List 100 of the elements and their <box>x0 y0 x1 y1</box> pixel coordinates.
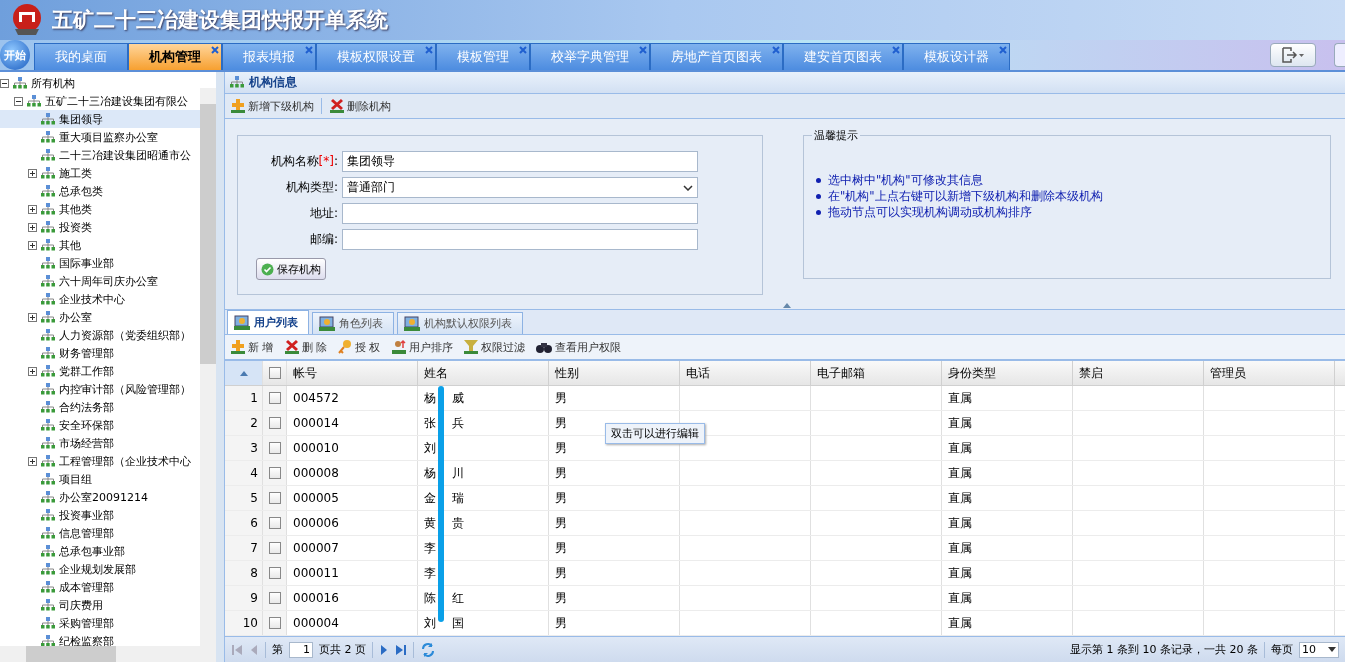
tree-item[interactable]: 项目组 <box>58 470 93 488</box>
row-checkbox[interactable] <box>268 392 281 405</box>
next-page-icon[interactable] <box>379 643 389 656</box>
text-field[interactable] <box>342 229 698 251</box>
row-checkbox[interactable] <box>268 617 281 630</box>
row-checkbox[interactable] <box>268 492 281 505</box>
tree-item[interactable]: 党群工作部 <box>58 362 115 380</box>
tree-item[interactable]: 施工类 <box>58 164 93 182</box>
toolbar-button[interactable]: 新 增 <box>227 339 277 356</box>
tree-item[interactable]: 办公室 <box>58 308 93 326</box>
close-icon[interactable] <box>211 46 219 54</box>
column-header[interactable]: 电话 <box>680 361 811 386</box>
tree-item[interactable]: 二十三冶建设集团昭通市公 <box>58 146 192 164</box>
text-field[interactable] <box>342 203 698 225</box>
tree-toggle[interactable] <box>28 456 37 466</box>
tree-toggle[interactable] <box>0 78 9 88</box>
column-header[interactable]: 身份类型 <box>942 361 1073 386</box>
row-checkbox[interactable] <box>268 567 281 580</box>
close-icon[interactable] <box>999 46 1007 54</box>
vertical-scrollbar[interactable] <box>200 88 216 646</box>
tree-item[interactable]: 人力资源部（党委组织部） <box>58 326 192 344</box>
row-checkbox[interactable] <box>268 442 281 455</box>
column-header[interactable]: 帐号 <box>287 361 418 386</box>
toolbar-button[interactable]: 用户排序 <box>387 339 456 356</box>
text-field[interactable]: 集团领导 <box>342 151 698 173</box>
tab[interactable]: 用户列表 <box>227 309 309 334</box>
first-page-icon[interactable] <box>231 643 243 656</box>
page-size-select[interactable]: 10 <box>1299 641 1339 658</box>
tree-item[interactable]: 办公室20091214 <box>58 488 149 506</box>
column-header[interactable]: 管理员 <box>1204 361 1335 386</box>
tab[interactable]: 机构默认权限列表 <box>397 311 523 334</box>
last-page-icon[interactable] <box>395 643 407 656</box>
tree-item[interactable]: 其他类 <box>58 200 93 218</box>
tab[interactable]: 机构管理 <box>128 43 222 70</box>
row-checkbox[interactable] <box>268 417 281 430</box>
tree-item[interactable]: 其他 <box>58 236 82 254</box>
org-chart-icon <box>40 599 56 611</box>
close-icon[interactable] <box>305 46 313 54</box>
tree-item[interactable]: 投资事业部 <box>58 506 115 524</box>
tab[interactable]: 角色列表 <box>312 311 394 334</box>
toolbar-button[interactable]: 删除机构 <box>326 98 394 115</box>
row-checkbox[interactable] <box>268 517 281 530</box>
toolbar-button[interactable]: 查看用户权限 <box>531 339 624 355</box>
tree-item[interactable]: 企业技术中心 <box>58 290 126 308</box>
toolbar-button[interactable]: 权限过滤 <box>459 339 528 356</box>
row-checkbox[interactable] <box>268 467 281 480</box>
toolbar-button[interactable]: 删 除 <box>280 339 330 356</box>
tree-item[interactable]: 财务管理部 <box>58 344 115 362</box>
plus-icon <box>230 339 246 356</box>
org-chart-icon <box>40 491 56 503</box>
save-button[interactable]: 保存机构 <box>256 258 326 281</box>
tree-item[interactable]: 国际事业部 <box>58 254 115 272</box>
column-header[interactable]: 姓名 <box>418 361 549 386</box>
close-icon[interactable] <box>639 46 647 54</box>
tree-item[interactable]: 纪检监察部 <box>58 632 115 650</box>
close-icon[interactable] <box>892 46 900 54</box>
toolbar-button[interactable]: 新增下级机构 <box>227 98 317 115</box>
close-icon[interactable] <box>425 46 433 54</box>
select-all-checkbox[interactable] <box>268 367 281 380</box>
tree-item[interactable]: 重大项目监察办公室 <box>58 128 159 146</box>
tree-item[interactable]: 六十周年司庆办公室 <box>58 272 159 290</box>
select-field[interactable]: 普通部门 <box>342 177 698 199</box>
logout-menu-button[interactable] <box>1270 43 1316 67</box>
tree-item[interactable]: 成本管理部 <box>58 578 115 596</box>
column-header[interactable]: 禁启 <box>1073 361 1204 386</box>
previous-page-icon[interactable] <box>249 643 259 656</box>
tree-toggle[interactable] <box>28 312 37 322</box>
tree-item[interactable]: 司庆费用 <box>58 596 104 614</box>
tree-toggle[interactable] <box>28 204 37 214</box>
close-icon[interactable] <box>519 46 527 54</box>
horizontal-scrollbar[interactable] <box>0 646 216 662</box>
close-icon[interactable] <box>772 46 780 54</box>
tree-item[interactable]: 所有机构 <box>30 74 76 92</box>
column-header[interactable]: 电子邮箱 <box>811 361 942 386</box>
toolbar-button[interactable]: 授 权 <box>334 339 384 356</box>
tree-toggle[interactable] <box>28 366 37 376</box>
tree-toggle[interactable] <box>28 240 37 250</box>
page-input[interactable]: 1 <box>289 641 313 658</box>
tree-item[interactable]: 企业规划发展部 <box>58 560 137 578</box>
tree-toggle[interactable] <box>28 168 37 178</box>
tree-item[interactable]: 五矿二十三冶建设集团有限公 <box>44 92 189 110</box>
tree-item[interactable]: 信息管理部 <box>58 524 115 542</box>
window-icon <box>234 314 250 330</box>
column-header[interactable]: 性别 <box>549 361 680 386</box>
refresh-icon[interactable] <box>420 641 436 658</box>
tree-item[interactable]: 市场经营部 <box>58 434 115 452</box>
tree-item[interactable]: 合约法务部 <box>58 398 115 416</box>
tree-toggle[interactable] <box>28 222 37 232</box>
table-cell: 直属 <box>942 436 1073 461</box>
tree-toggle[interactable] <box>14 96 23 106</box>
tree-item[interactable]: 内控审计部（风险管理部） <box>58 380 192 398</box>
tree-item[interactable]: 总承包类 <box>58 182 104 200</box>
row-checkbox[interactable] <box>268 592 281 605</box>
tree-item[interactable]: 采购管理部 <box>58 614 115 632</box>
sort-arrow-icon[interactable] <box>239 370 248 376</box>
tree-item[interactable]: 总承包事业部 <box>58 542 126 560</box>
tree-item[interactable]: 投资类 <box>58 218 93 236</box>
row-checkbox[interactable] <box>268 542 281 555</box>
tree-item[interactable]: 安全环保部 <box>58 416 115 434</box>
tree-item[interactable]: 工程管理部（企业技术中心 <box>58 452 192 470</box>
